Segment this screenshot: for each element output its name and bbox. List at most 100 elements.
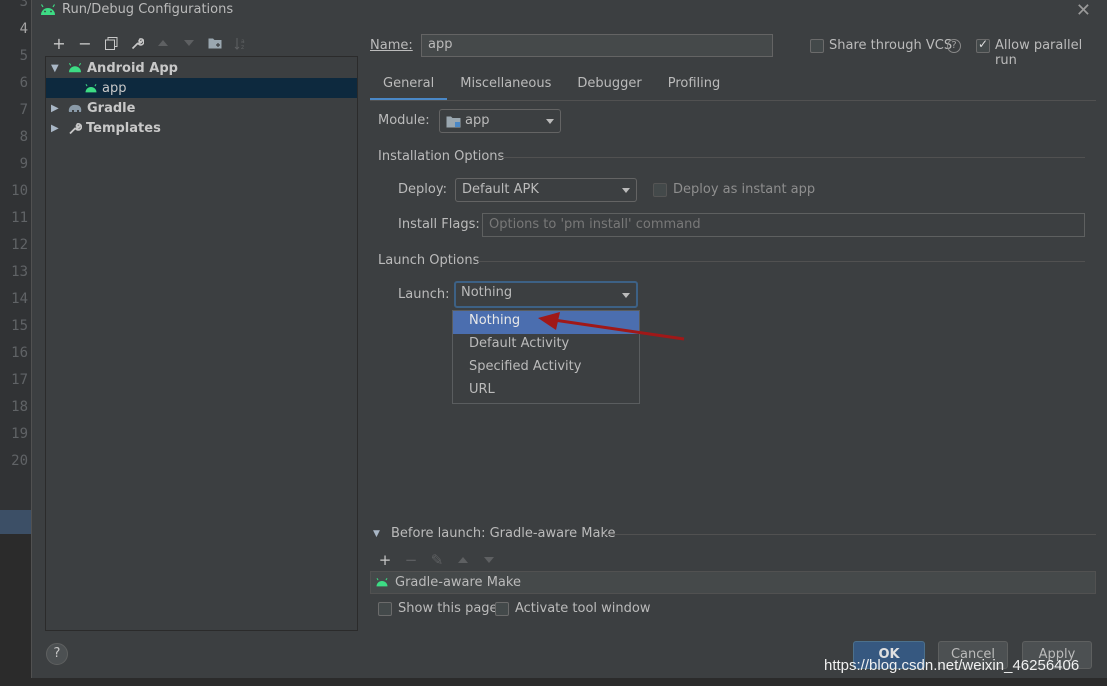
wrench-icon[interactable] [124,33,150,53]
tab-profiling[interactable]: Profiling [655,72,734,101]
allow-parallel-label: Allow parallel run [995,38,1083,68]
line-number: 4 [19,21,28,37]
move-down-icon[interactable] [476,550,502,570]
launch-option-specified-activity[interactable]: Specified Activity [453,357,639,380]
tree-item-android-app[interactable]: ▼ Android App [46,58,357,78]
deploy-select[interactable]: Default APK [455,178,637,202]
module-select[interactable]: app [439,109,561,133]
editor-gutter-bottom [0,534,31,686]
add-task-icon[interactable]: + [372,550,398,570]
launch-value: Nothing [461,285,513,300]
chevron-down-icon [622,188,630,193]
task-gradle-aware-make[interactable]: Gradle-aware Make [395,575,521,590]
tree-item-label: Templates [86,120,161,136]
tree-item-templates[interactable]: ▶ Templates [46,118,357,138]
line-number: 18 [11,399,28,415]
move-up-icon[interactable] [150,33,176,53]
section-divider [604,534,1096,535]
line-number: 12 [11,237,28,253]
line-number: 15 [11,318,28,334]
wrench-icon [69,122,82,134]
tree-item-label: app [102,80,127,96]
line-number: 7 [19,102,28,118]
launch-option-url[interactable]: URL [453,380,639,403]
folder-icon[interactable] [202,33,228,53]
watermark-text: https://blog.csdn.net/weixin_46256406 [824,657,1080,674]
dialog-titlebar: Run/Debug Configurations ✕ [32,0,1107,22]
line-number: 11 [11,210,28,226]
android-icon [376,577,388,587]
line-number: 6 [19,75,28,91]
copy-icon[interactable] [98,33,124,53]
tab-debugger[interactable]: Debugger [564,72,654,101]
help-button[interactable]: ? [46,643,68,665]
android-icon [68,63,82,73]
launch-option-default-activity[interactable]: Default Activity [453,334,639,357]
line-number: 3 [19,0,28,10]
section-divider [478,261,1085,262]
line-number: 13 [11,264,28,280]
module-label: Module: [378,113,430,128]
before-launch-title[interactable]: Before launch: Gradle-aware Make [391,526,616,541]
dialog-title: Run/Debug Configurations [62,2,234,17]
line-number: 10 [11,183,28,199]
run-debug-dialog: Run/Debug Configurations ✕ + − az ▼ Andr… [31,0,1107,678]
tree-item-app[interactable]: app [46,78,357,98]
tree-item-label: Android App [87,60,178,76]
close-icon[interactable]: ✕ [1076,0,1091,21]
edit-task-icon[interactable]: ✎ [424,550,450,570]
launch-options-title: Launch Options [378,253,480,268]
install-flags-input[interactable]: Options to 'pm install' command [482,213,1085,237]
move-up-icon[interactable] [450,550,476,570]
deploy-instant-checkbox[interactable] [653,183,667,197]
expand-arrow-icon[interactable]: ▼ [51,63,63,74]
android-icon [40,4,56,15]
line-number: 8 [19,129,28,145]
install-flags-label: Install Flags: [398,217,480,232]
installation-options-title: Installation Options [378,149,505,164]
remove-task-icon[interactable]: − [398,550,424,570]
help-icon[interactable]: ? [947,39,961,53]
chevron-down-icon [622,293,630,298]
tree-item-gradle[interactable]: ▶ Gradle [46,98,357,118]
name-input[interactable]: app [421,34,773,57]
chevron-down-icon [546,119,554,124]
line-number: 20 [11,453,28,469]
config-toolbar: + − az [46,32,254,54]
svg-text:z: z [241,44,244,50]
activate-tool-window-checkbox[interactable] [495,602,509,616]
deploy-label: Deploy: [398,182,447,197]
android-icon [85,83,97,92]
tab-general[interactable]: General [370,72,448,101]
move-down-icon[interactable] [176,33,202,53]
collapse-arrow-icon[interactable]: ▶ [51,103,63,114]
collapse-arrow-icon[interactable]: ▶ [51,123,63,134]
editor-gutter-highlight [0,510,31,534]
allow-parallel-checkbox[interactable] [976,37,990,53]
editor-gutter: 3 4 5 6 7 8 9 10 11 12 13 14 15 16 17 18… [0,0,31,510]
tab-miscellaneous[interactable]: Miscellaneous [447,72,564,101]
line-number: 9 [19,156,28,172]
launch-option-nothing[interactable]: Nothing [453,311,639,334]
line-number: 5 [19,48,28,64]
before-launch-task-list: Gradle-aware Make [370,571,1096,594]
tree-item-label: Gradle [87,100,136,116]
line-number: 14 [11,291,28,307]
launch-select[interactable]: Nothing [454,281,638,308]
module-folder-icon [446,116,461,128]
launch-label: Launch: [398,287,450,302]
deploy-value: Default APK [462,182,539,197]
launch-dropdown-list: Nothing Default Activity Specified Activ… [452,310,640,404]
add-icon[interactable]: + [46,33,72,53]
sort-icon[interactable]: az [228,33,254,53]
share-vcs-checkbox[interactable] [810,39,824,53]
line-number: 16 [11,345,28,361]
line-number: 17 [11,372,28,388]
show-page-label: Show this page [398,601,498,616]
collapse-arrow-icon[interactable]: ▼ [373,529,380,539]
name-label: Name: [370,38,413,53]
remove-icon[interactable]: − [72,33,98,53]
config-tree: ▼ Android App app ▶ Gradle ▶ Templates [45,56,358,631]
deploy-instant-label: Deploy as instant app [673,182,816,197]
show-page-checkbox[interactable] [378,602,392,616]
